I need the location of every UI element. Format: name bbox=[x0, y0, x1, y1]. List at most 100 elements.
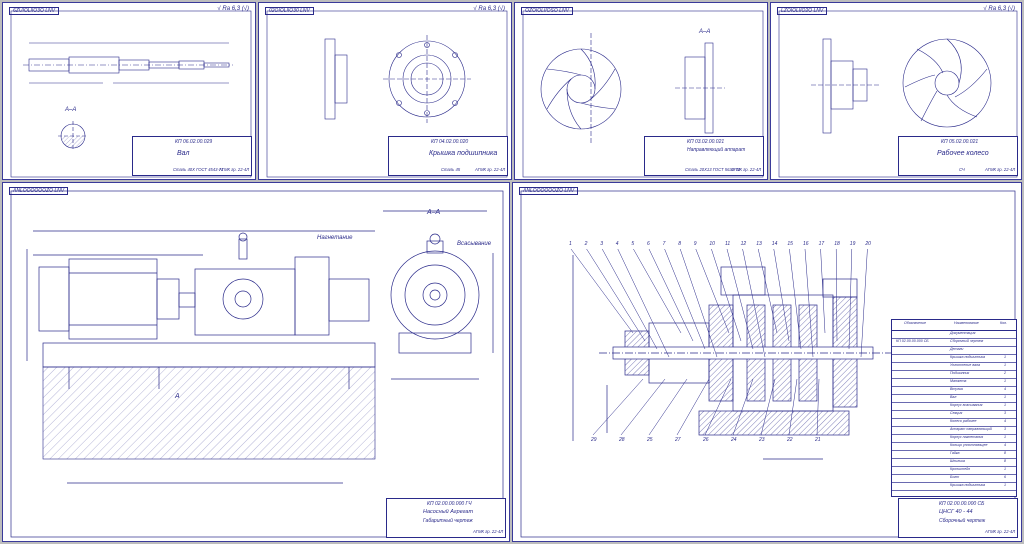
parts-list-row: Крышка подшипника 1 bbox=[892, 482, 1016, 491]
leader-line bbox=[679, 248, 718, 358]
balloon-19: 19 bbox=[849, 241, 856, 247]
title-block: КП 02.00.00.000 СБ ЦНСГ 40 - 44 Сборочны… bbox=[898, 498, 1018, 538]
title-subname: Габаритный чертеж bbox=[423, 518, 473, 524]
row-qty: 6 bbox=[1004, 475, 1006, 479]
section-label: А–А bbox=[699, 29, 711, 35]
title-block: КП 03.02.00.021 Направляющий аппарат Ста… bbox=[644, 136, 764, 176]
sheet-shaft: 6ZUIOLIIO3O LNV √ Ra 6,3 (√) А–А КП 06.0… bbox=[2, 2, 256, 180]
suction-note: Всасывание bbox=[457, 241, 492, 247]
balloon-14: 14 bbox=[771, 241, 778, 247]
balloon-27: 27 bbox=[675, 437, 681, 443]
balloon-11: 11 bbox=[725, 241, 731, 247]
row-qty: 1 bbox=[1004, 363, 1006, 367]
row-name: Втулка bbox=[950, 387, 963, 391]
balloon-12: 12 bbox=[740, 241, 747, 247]
title-subname: Сборочный чертеж bbox=[939, 518, 986, 524]
title-code: КП 02.00.00.000 ГЧ bbox=[427, 501, 472, 507]
title-material: Сталь 40Х ГОСТ 4543-71 bbox=[173, 167, 224, 172]
title-name: Крышка подшипника bbox=[429, 150, 498, 157]
leader-line bbox=[820, 248, 826, 334]
title-block: КП 02.00.00.000 ГЧ Насосный Агрегат Габа… bbox=[386, 498, 506, 538]
sheet-code: 02OIOLIIO30 LNV bbox=[265, 7, 314, 15]
leader-line bbox=[633, 248, 682, 334]
section-label: А–А bbox=[65, 107, 77, 113]
row-name: Корпус всасывания bbox=[950, 403, 983, 407]
title-code: КП 03.02.00.021 bbox=[687, 139, 725, 145]
balloon-17: 17 bbox=[818, 241, 825, 247]
balloon-25: 25 bbox=[647, 437, 653, 443]
header-designation: Обозначение bbox=[904, 321, 927, 325]
balloon-5: 5 bbox=[631, 241, 635, 247]
sheet-code: 6ZUIOLIIO3O LNV bbox=[9, 7, 59, 15]
row-qty: 1 bbox=[1004, 379, 1006, 383]
row-qty: 4 bbox=[1004, 443, 1006, 447]
row-qty: 1 bbox=[1004, 467, 1006, 471]
discharge-note: Нагнетание bbox=[317, 235, 353, 241]
roughness-mark: √ Ra 6,3 (√) bbox=[217, 6, 249, 12]
row-designation: КП 02.00.00.000 СБ bbox=[896, 339, 929, 343]
title-group: АГМК гр. 22-4Л bbox=[473, 529, 504, 534]
row-name: Гайка bbox=[950, 451, 960, 455]
balloon-18: 18 bbox=[834, 241, 840, 247]
row-qty: 1 bbox=[1004, 403, 1006, 407]
title-name: Вал bbox=[177, 150, 190, 157]
balloon-28: 28 bbox=[619, 437, 625, 443]
balloon-9: 9 bbox=[693, 241, 697, 247]
row-name: Манжета bbox=[950, 379, 967, 383]
leader-line bbox=[592, 378, 644, 436]
title-code: КП 04.02.00.020 bbox=[431, 139, 469, 145]
title-block: КП 05.02.00.021 Рабочее колесо СЧ АГМК г… bbox=[898, 136, 1018, 176]
title-code: КП 06.02.00.029 bbox=[175, 139, 213, 145]
row-qty: 3 bbox=[1004, 411, 1006, 415]
title-block: КП 06.02.00.029 Вал Сталь 40Х ГОСТ 4543-… bbox=[132, 136, 252, 176]
section-label: А–А bbox=[427, 209, 441, 216]
row-name: Вал bbox=[950, 395, 957, 399]
balloon-16: 16 bbox=[803, 241, 809, 247]
title-material: Сталь 45 bbox=[441, 167, 461, 172]
row-name: Крышка подшипника bbox=[950, 483, 986, 487]
title-code: КП 05.02.00.021 bbox=[941, 139, 979, 145]
row-name: Секция bbox=[950, 411, 963, 415]
row-name: Болт bbox=[950, 475, 960, 479]
sheet-code: LZOIOLIIO2O LNV bbox=[777, 7, 828, 15]
balloon-20: 20 bbox=[865, 241, 871, 247]
balloon-2: 2 bbox=[584, 241, 588, 247]
balloon-13: 13 bbox=[756, 241, 762, 247]
title-group: АГМК гр. 22-4Л bbox=[475, 167, 506, 172]
leader-line bbox=[620, 378, 666, 436]
row-name: Шпилька bbox=[950, 459, 965, 463]
sheet-vane: OZOIOLIIOSO LNV А–А КП 03.02.00.021 Напр… bbox=[514, 2, 768, 180]
balloon-7: 7 bbox=[662, 241, 666, 247]
balloon-10: 10 bbox=[709, 241, 715, 247]
balloon-29: 29 bbox=[591, 437, 597, 443]
leader-line bbox=[664, 248, 706, 350]
title-block: КП 04.02.00.020 Крышка подшипника Сталь … bbox=[388, 136, 508, 176]
balloon-21: 21 bbox=[815, 437, 821, 443]
sheet-code: OZOIOLIIOSO LNV bbox=[521, 7, 573, 15]
row-qty: 1 bbox=[1004, 355, 1006, 359]
title-name: Рабочее колесо bbox=[937, 150, 989, 157]
row-name: Подшипник bbox=[950, 371, 970, 375]
row-name: Детали bbox=[950, 347, 964, 351]
roughness-mark: √ Ra 6,3 (√) bbox=[983, 6, 1015, 12]
title-group: АГМК гр. 22-4Л bbox=[985, 529, 1016, 534]
balloon-22: 22 bbox=[787, 437, 793, 443]
row-name: Уплотнение вала bbox=[950, 363, 980, 367]
title-group: АГМК гр. 22-4Л bbox=[985, 167, 1016, 172]
sheet-unit: ΛNLOOOOOOZO LNV А–А Нагнетание Всасывани… bbox=[2, 182, 510, 542]
row-name: Аппарат направляющий bbox=[950, 427, 992, 431]
row-name: Документация bbox=[950, 331, 976, 335]
balloon-26: 26 bbox=[703, 437, 709, 443]
sheet-assembly: ΛNLOOOOOOZO LNV 1 2 3 4 5 6 7 8 9 10 11 12 13 14 15 16 1… bbox=[512, 182, 1022, 542]
row-qty: 4 bbox=[1004, 419, 1006, 423]
title-material: СЧ bbox=[959, 167, 965, 172]
row-qty: 8 bbox=[1004, 459, 1006, 463]
balloon-4: 4 bbox=[615, 241, 619, 247]
title-name: Насосный Агрегат bbox=[423, 509, 474, 515]
balloon-1: 1 bbox=[569, 241, 572, 247]
row-qty: 4 bbox=[1004, 387, 1006, 391]
sheet-code: ΛNLOOOOOOZO LNV bbox=[519, 187, 579, 195]
title-group: АГМК гр. 22-4Л bbox=[219, 167, 250, 172]
parts-list: Обозначение Наименование Кол. Документац… bbox=[891, 319, 1017, 497]
title-code: КП 02.00.00.000 СБ bbox=[939, 501, 985, 507]
